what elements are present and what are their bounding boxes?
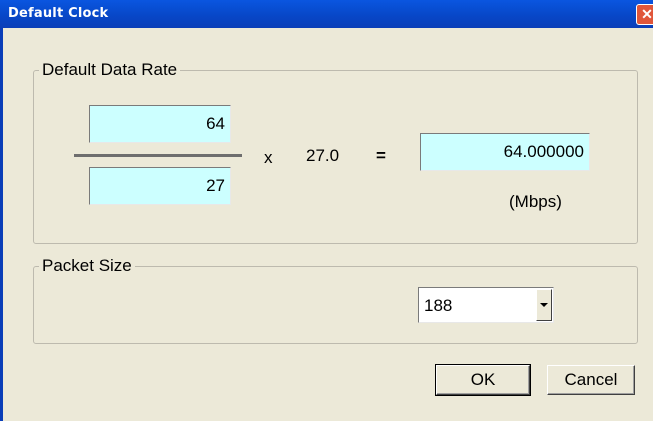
- packet-size-group-label: Packet Size: [39, 256, 135, 276]
- data-rate-group-label: Default Data Rate: [39, 60, 181, 80]
- equals-sign: =: [376, 146, 386, 165]
- result-field: 64.000000: [420, 133, 590, 171]
- title-bar: Default Clock ✕: [0, 0, 653, 28]
- close-button[interactable]: ✕: [636, 4, 653, 25]
- packet-size-selected: 188: [424, 296, 453, 315]
- close-icon: ✕: [641, 6, 653, 22]
- denominator-input[interactable]: 27: [89, 167, 231, 205]
- unit-label: (Mbps): [509, 192, 562, 211]
- numerator-input[interactable]: 64: [89, 105, 231, 143]
- dropdown-button[interactable]: [536, 289, 552, 321]
- chevron-down-icon: [540, 303, 548, 307]
- window-border: [0, 28, 3, 421]
- ok-button[interactable]: OK: [435, 364, 531, 396]
- cancel-button[interactable]: Cancel: [547, 365, 635, 395]
- multiply-sign: x: [264, 148, 273, 167]
- window-title: Default Clock: [8, 6, 109, 21]
- multiplier-value: 27.0: [306, 146, 340, 165]
- packet-size-select[interactable]: 188: [418, 287, 554, 323]
- fraction-divider: [74, 154, 242, 157]
